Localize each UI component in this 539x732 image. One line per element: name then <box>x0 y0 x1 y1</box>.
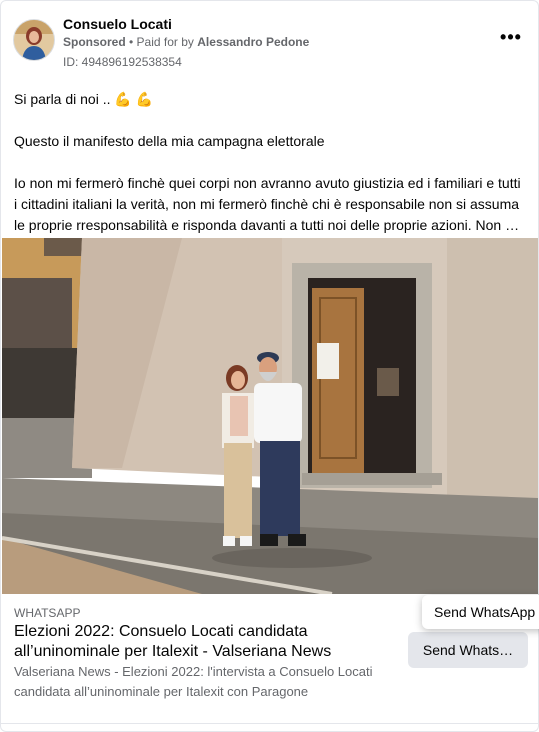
link-description: Valseriana News - Elezioni 2022: l'inter… <box>14 664 373 699</box>
send-whatsapp-button[interactable]: Send Whats… <box>408 632 528 668</box>
sponsored-label: Sponsored <box>63 35 126 49</box>
post-text-line: Questo il manifesto della mia campagna e… <box>14 133 325 149</box>
post-text-line: i cittadini italiani la verità, non mi f… <box>14 196 520 212</box>
post-text-line[interactable]: le proprie rresponsabilità e risponda da… <box>14 215 526 236</box>
sponsored-info: Sponsored • Paid for by Alessandro Pedon… <box>63 35 309 49</box>
post-text-line: Si parla di noi .. 💪 💪 <box>14 91 154 107</box>
paid-for-prefix: • Paid for by <box>129 35 194 49</box>
post-header: Consuelo Locati Sponsored • Paid for by … <box>13 13 526 73</box>
page-name[interactable]: Consuelo Locati <box>63 16 172 32</box>
link-title[interactable]: Elezioni 2022: Consuelo Locati candidata… <box>14 622 394 662</box>
cta-tooltip: Send WhatsApp message <box>422 595 539 629</box>
link-domain: WHATSAPP <box>14 606 81 620</box>
avatar[interactable] <box>13 19 55 61</box>
post-photo[interactable] <box>2 238 538 594</box>
paid-for-name: Alessandro Pedone <box>197 35 310 49</box>
post-text: Si parla di noi .. 💪 💪 Questo il manifes… <box>14 89 526 236</box>
ad-id: ID: 494896192538354 <box>63 55 182 69</box>
more-options-button[interactable]: ••• <box>496 27 526 51</box>
divider <box>1 723 538 724</box>
post-text-line: Io non mi fermerò finchè quei corpi non … <box>14 175 521 191</box>
